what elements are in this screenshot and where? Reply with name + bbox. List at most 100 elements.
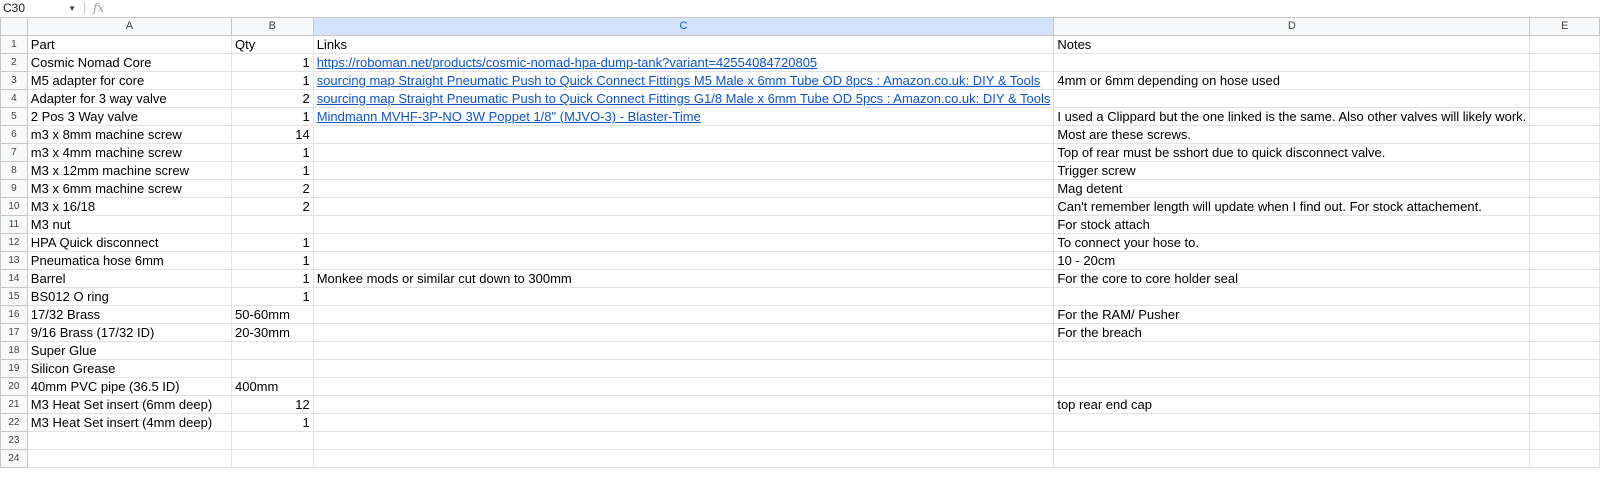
- cell-links[interactable]: [312, 215, 1055, 234]
- cell-link[interactable]: Mindmann MVHF-3P-NO 3W Poppet 1/8" (MJVO…: [312, 107, 1055, 126]
- row-header[interactable]: 16: [0, 305, 28, 324]
- row-header[interactable]: 5: [0, 107, 28, 126]
- cell-part[interactable]: Barrel: [26, 269, 232, 288]
- cell-notes[interactable]: [1053, 431, 1531, 450]
- cell-part[interactable]: [26, 449, 232, 468]
- cell-qty[interactable]: [230, 449, 314, 468]
- cell-link[interactable]: sourcing map Straight Pneumatic Push to …: [312, 89, 1055, 108]
- cell-part[interactable]: 40mm PVC pipe (36.5 ID): [26, 377, 232, 396]
- cell-notes[interactable]: [1053, 449, 1531, 468]
- cell-notes[interactable]: To connect your hose to.: [1053, 233, 1531, 252]
- cell-qty[interactable]: 1: [230, 71, 314, 90]
- cell-qty[interactable]: 1: [230, 287, 314, 306]
- cell-part[interactable]: 2 Pos 3 Way valve: [26, 107, 232, 126]
- cell-notes[interactable]: [1053, 377, 1531, 396]
- cell-notes[interactable]: Notes: [1053, 35, 1531, 54]
- cell-links[interactable]: Links: [312, 35, 1055, 54]
- cell-part[interactable]: Super Glue: [26, 341, 232, 360]
- cell-links[interactable]: [312, 341, 1055, 360]
- cell-qty[interactable]: 1: [230, 161, 314, 180]
- cell-links[interactable]: [312, 197, 1055, 216]
- cell-part[interactable]: HPA Quick disconnect: [26, 233, 232, 252]
- cell-links[interactable]: Monkee mods or similar cut down to 300mm: [312, 269, 1055, 288]
- cell-e[interactable]: [1529, 413, 1600, 432]
- cell-e[interactable]: [1529, 215, 1600, 234]
- row-header[interactable]: 22: [0, 413, 28, 432]
- row-header[interactable]: 18: [0, 341, 28, 360]
- cell-e[interactable]: [1529, 269, 1600, 288]
- cell-qty[interactable]: [230, 359, 314, 378]
- cell-part[interactable]: [26, 431, 232, 450]
- row-header[interactable]: 2: [0, 53, 28, 72]
- cell-notes[interactable]: [1053, 89, 1531, 108]
- cell-links[interactable]: [312, 143, 1055, 162]
- cell-links[interactable]: [312, 395, 1055, 414]
- cell-links[interactable]: [312, 251, 1055, 270]
- cell-e[interactable]: [1529, 143, 1600, 162]
- cell-notes[interactable]: top rear end cap: [1053, 395, 1531, 414]
- cell-notes[interactable]: For the core to core holder seal: [1053, 269, 1531, 288]
- cell-e[interactable]: [1529, 377, 1600, 396]
- cell-e[interactable]: [1529, 53, 1600, 72]
- cell-e[interactable]: [1529, 395, 1600, 414]
- cell-part[interactable]: m3 x 4mm machine screw: [26, 143, 232, 162]
- cell-qty[interactable]: 1: [230, 233, 314, 252]
- cell-e[interactable]: [1529, 197, 1600, 216]
- row-header[interactable]: 23: [0, 431, 28, 450]
- cell-part[interactable]: M3 Heat Set insert (6mm deep): [26, 395, 232, 414]
- row-header[interactable]: 13: [0, 251, 28, 270]
- cell-part[interactable]: Adapter for 3 way valve: [26, 89, 232, 108]
- cell-qty[interactable]: 400mm: [230, 377, 314, 396]
- cell-e[interactable]: [1529, 233, 1600, 252]
- select-all-corner[interactable]: [0, 17, 28, 36]
- cell-links[interactable]: [312, 323, 1055, 342]
- cell-notes[interactable]: I used a Clippard but the one linked is …: [1053, 107, 1531, 126]
- cell-e[interactable]: [1529, 35, 1600, 54]
- cell-notes[interactable]: Most are these screws.: [1053, 125, 1531, 144]
- cell-part[interactable]: M3 Heat Set insert (4mm deep): [26, 413, 232, 432]
- cell-part[interactable]: 17/32 Brass: [26, 305, 232, 324]
- row-header[interactable]: 1: [0, 35, 28, 54]
- cell-e[interactable]: [1529, 305, 1600, 324]
- row-header[interactable]: 6: [0, 125, 28, 144]
- row-header[interactable]: 12: [0, 233, 28, 252]
- cell-notes[interactable]: [1053, 413, 1531, 432]
- cell-e[interactable]: [1529, 359, 1600, 378]
- cell-qty[interactable]: 1: [230, 269, 314, 288]
- cell-notes[interactable]: Trigger screw: [1053, 161, 1531, 180]
- name-box[interactable]: C30 ▼: [0, 0, 80, 16]
- cell-links[interactable]: [312, 413, 1055, 432]
- cell-qty[interactable]: 2: [230, 179, 314, 198]
- cell-links[interactable]: [312, 305, 1055, 324]
- row-header[interactable]: 8: [0, 161, 28, 180]
- column-header-c[interactable]: C: [312, 17, 1055, 36]
- row-header[interactable]: 19: [0, 359, 28, 378]
- cell-qty[interactable]: Qty: [230, 35, 314, 54]
- cell-notes[interactable]: [1053, 53, 1531, 72]
- column-header-e[interactable]: E: [1529, 17, 1600, 36]
- row-header[interactable]: 15: [0, 287, 28, 306]
- cell-links[interactable]: [312, 359, 1055, 378]
- row-header[interactable]: 11: [0, 215, 28, 234]
- row-header[interactable]: 10: [0, 197, 28, 216]
- cell-links[interactable]: [312, 377, 1055, 396]
- cell-qty[interactable]: 1: [230, 53, 314, 72]
- cell-notes[interactable]: [1053, 359, 1531, 378]
- cell-links[interactable]: [312, 161, 1055, 180]
- cell-e[interactable]: [1529, 179, 1600, 198]
- cell-qty[interactable]: 50-60mm: [230, 305, 314, 324]
- row-header[interactable]: 20: [0, 377, 28, 396]
- cell-e[interactable]: [1529, 125, 1600, 144]
- cell-part[interactable]: Part: [26, 35, 232, 54]
- cell-qty[interactable]: 12: [230, 395, 314, 414]
- cell-part[interactable]: Pneumatica hose 6mm: [26, 251, 232, 270]
- cell-qty[interactable]: [230, 215, 314, 234]
- cell-e[interactable]: [1529, 251, 1600, 270]
- cell-links[interactable]: [312, 287, 1055, 306]
- cell-e[interactable]: [1529, 161, 1600, 180]
- row-header[interactable]: 3: [0, 71, 28, 90]
- formula-input[interactable]: [104, 0, 1600, 16]
- column-header-d[interactable]: D: [1053, 17, 1531, 36]
- cell-part[interactable]: BS012 O ring: [26, 287, 232, 306]
- cell-notes[interactable]: Can't remember length will update when I…: [1053, 197, 1531, 216]
